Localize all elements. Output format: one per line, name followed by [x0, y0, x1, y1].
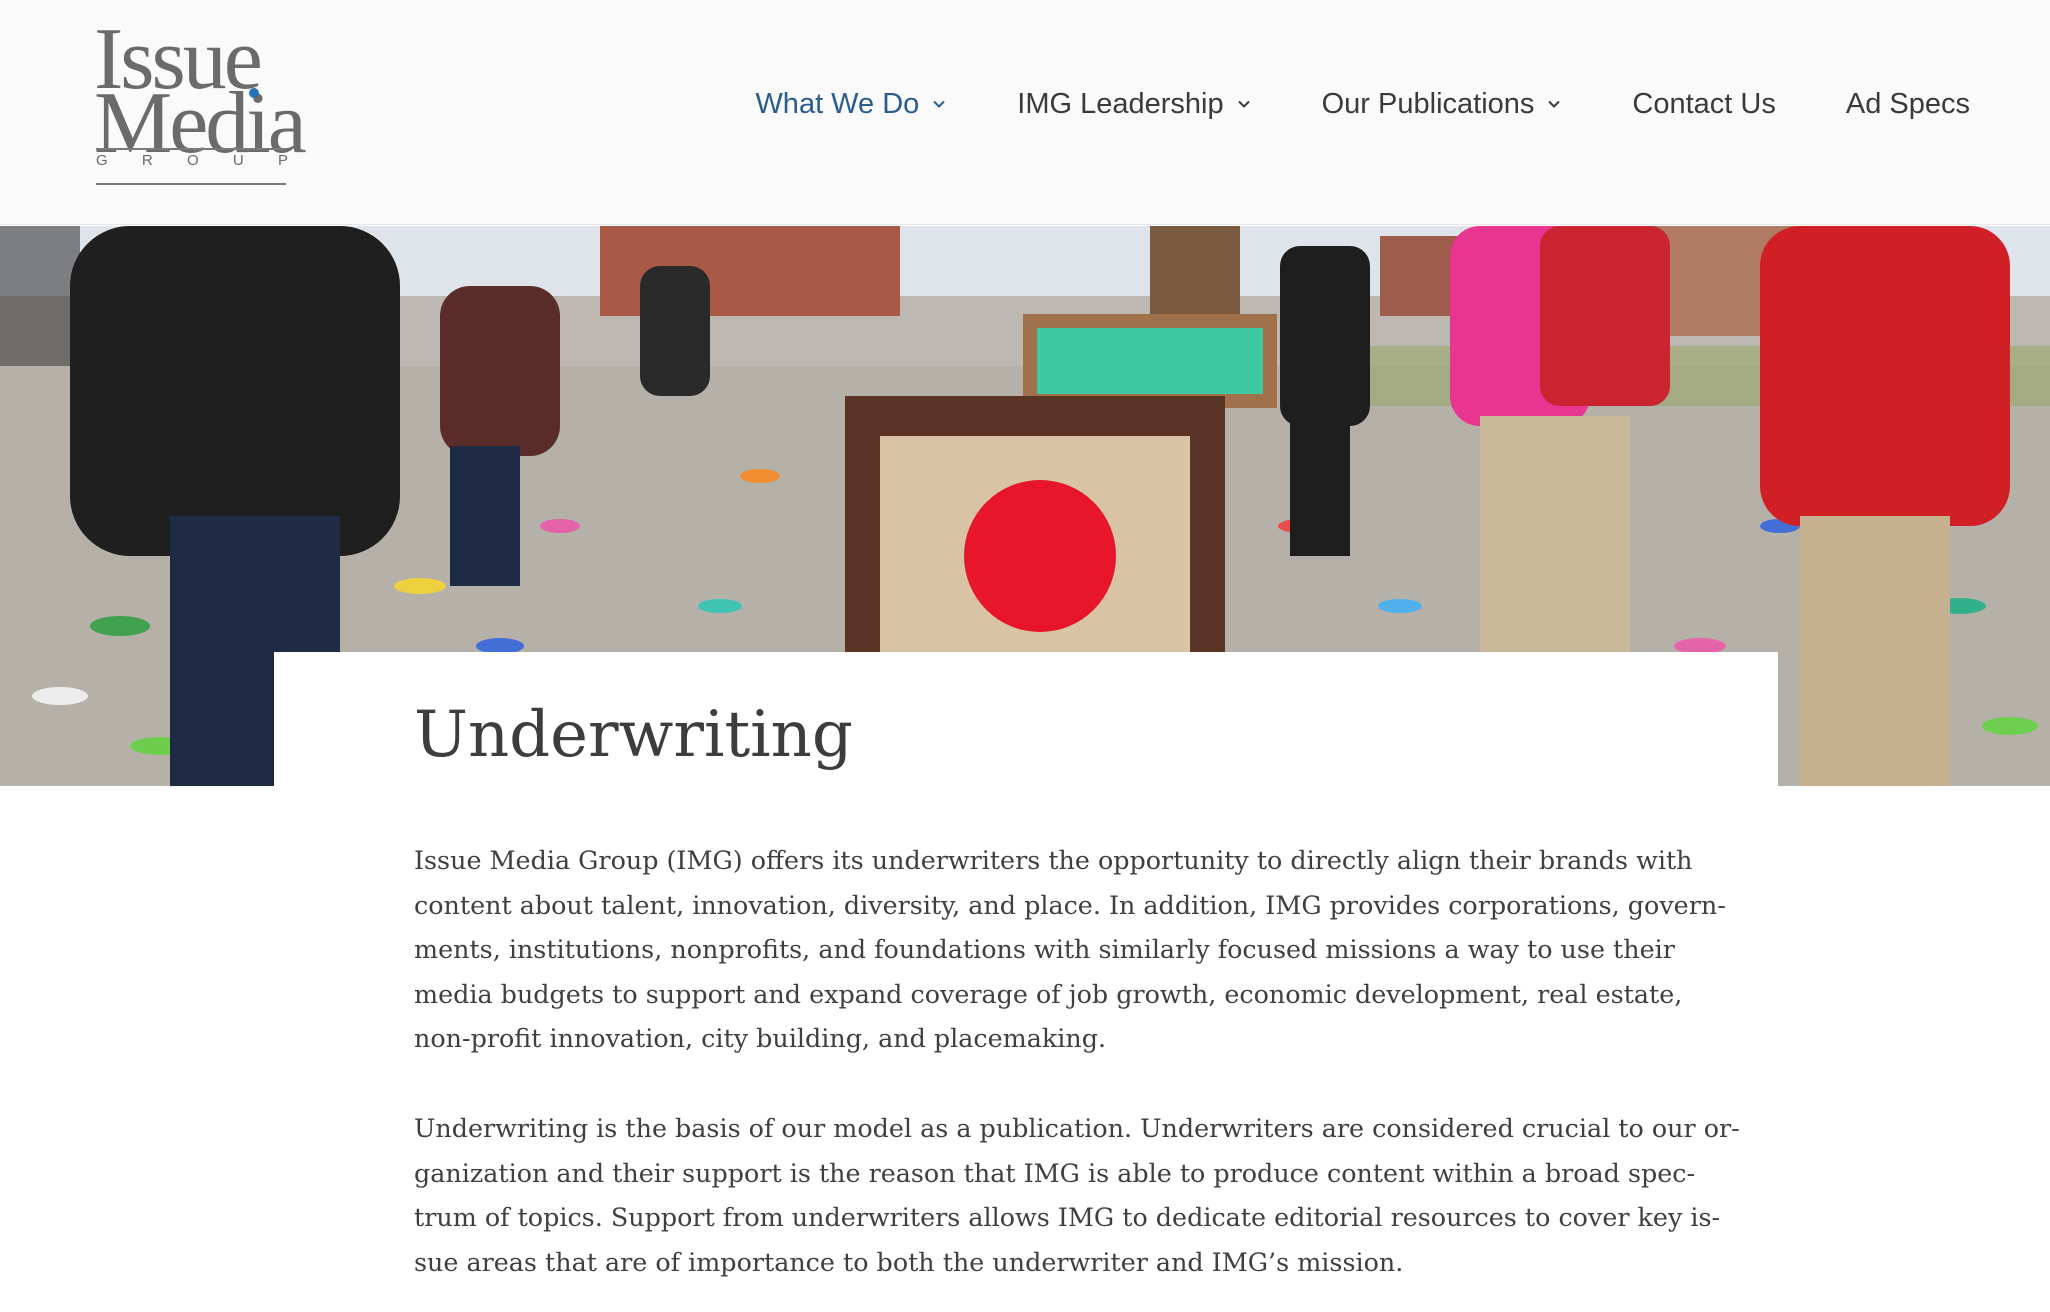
- logo-rule-top: [96, 148, 286, 150]
- logo-dot: [249, 88, 259, 98]
- nav-item-label: Contact Us: [1632, 87, 1776, 120]
- paragraph-line: sue areas that are of importance to both…: [414, 1246, 1404, 1277]
- site-header: Issue Media G R O U P What We Do IMG Lea…: [0, 0, 2050, 225]
- logo-word-group: G R O U P: [96, 152, 288, 169]
- paragraph-line: media budgets to support and expand cove…: [414, 978, 1683, 1009]
- logo-group-letter: U: [232, 152, 244, 169]
- issue-media-group-logo[interactable]: Issue Media G R O U P: [94, 16, 307, 185]
- nav-item-label: IMG Leadership: [1017, 87, 1224, 120]
- logo-group-letter: P: [277, 152, 288, 169]
- chevron-down-icon: [1236, 96, 1252, 112]
- paragraph-line: ments, institutions, nonprofits, and fou…: [414, 934, 1675, 965]
- nav-item-our-publications[interactable]: Our Publications: [1322, 88, 1563, 121]
- logo-group-letter: G: [96, 152, 108, 169]
- nav-item-contact-us[interactable]: Contact Us: [1632, 88, 1775, 121]
- nav-item-label: Our Publications: [1321, 87, 1535, 120]
- paragraph-intro: Issue Media Group (IMG) offers its under…: [414, 838, 1726, 1061]
- paragraph-line: Issue Media Group (IMG) offers its under…: [414, 845, 1693, 875]
- nav-item-ad-specs[interactable]: Ad Specs: [1846, 88, 1970, 121]
- paragraph-line: non-profit innovation, city building, an…: [414, 1023, 1107, 1054]
- main-nav: What We Do IMG Leadership Our Publicatio…: [685, 82, 1970, 126]
- nav-item-what-we-do[interactable]: What We Do: [755, 88, 947, 121]
- paragraph-line: content about talent, innovation, divers…: [414, 889, 1726, 920]
- logo-group-letter: R: [141, 152, 153, 169]
- nav-item-img-leadership[interactable]: IMG Leadership: [1017, 88, 1251, 121]
- logo-rule-bottom: [96, 183, 286, 185]
- page-title: Underwriting: [414, 698, 853, 772]
- nav-item-label: Ad Specs: [1845, 87, 1970, 120]
- paragraph-line: trum of topics. Support from underwriter…: [414, 1202, 1721, 1233]
- paragraph-line: Underwriting is the basis of our model a…: [414, 1113, 1740, 1143]
- paragraph-line: ganization and their support is the reas…: [414, 1157, 1696, 1188]
- chevron-down-icon: [1546, 96, 1562, 112]
- nav-item-label: What We Do: [755, 87, 920, 120]
- chevron-down-icon: [931, 96, 947, 112]
- logo-group-letter: O: [186, 152, 199, 169]
- paragraph-model: Underwriting is the basis of our model a…: [414, 1106, 1740, 1284]
